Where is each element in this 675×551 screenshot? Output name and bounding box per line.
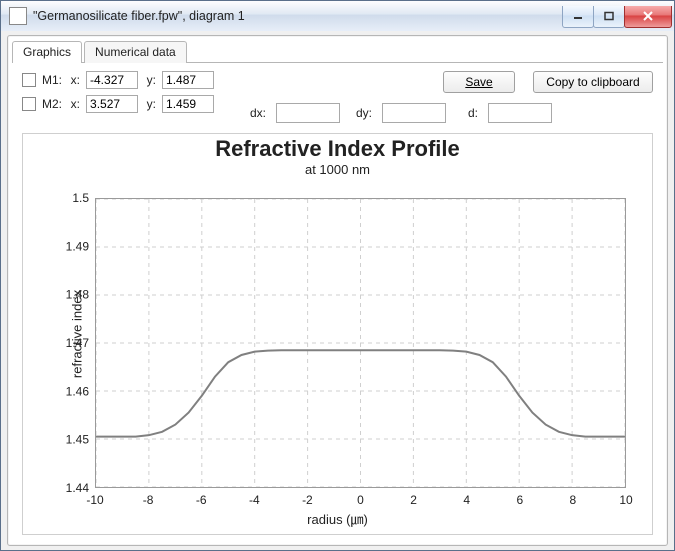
m1-label: M1: xyxy=(42,73,62,87)
marker2-row: M2: x: y: xyxy=(22,95,214,113)
save-button-label: Save xyxy=(465,75,492,89)
chart-subtitle: at 1000 nm xyxy=(23,162,652,177)
m2-checkbox[interactable] xyxy=(22,97,36,111)
m2-label: M2: xyxy=(42,97,62,111)
svg-text:8: 8 xyxy=(570,493,577,507)
m2-y-input[interactable] xyxy=(162,95,214,113)
minimize-button[interactable] xyxy=(562,6,594,28)
plot-area[interactable] xyxy=(95,198,626,488)
svg-text:1.49: 1.49 xyxy=(66,239,90,253)
svg-text:1.48: 1.48 xyxy=(66,288,90,302)
titlebar[interactable]: "Germanosilicate fiber.fpw", diagram 1 xyxy=(1,1,674,31)
client-area: Graphics Numerical data M1: x: y: xyxy=(1,31,674,550)
main-panel: Graphics Numerical data M1: x: y: xyxy=(7,35,668,546)
m2-x-label: x: xyxy=(68,97,80,111)
minimize-icon xyxy=(572,11,584,21)
tabbar: Graphics Numerical data xyxy=(8,36,667,62)
tab-graphics-label: Graphics xyxy=(23,45,71,59)
maximize-icon xyxy=(603,11,615,21)
x-ticks: -10 -8 -6 -4 -2 0 2 4 6 8 10 xyxy=(23,488,652,534)
svg-text:-6: -6 xyxy=(196,493,207,507)
m2-y-label: y: xyxy=(144,97,156,111)
app-icon xyxy=(9,7,27,25)
copy-button-label: Copy to clipboard xyxy=(546,75,639,89)
svg-text:1.45: 1.45 xyxy=(66,433,90,447)
svg-text:2: 2 xyxy=(410,493,417,507)
svg-text:-4: -4 xyxy=(249,493,260,507)
chart: Refractive Index Profile at 1000 nm refr… xyxy=(22,133,653,535)
tab-numerical-label: Numerical data xyxy=(95,45,176,59)
svg-text:-2: -2 xyxy=(302,493,313,507)
svg-text:-8: -8 xyxy=(143,493,154,507)
marker1-row: M1: x: y: xyxy=(22,71,214,89)
m1-x-input[interactable] xyxy=(86,71,138,89)
chart-title: Refractive Index Profile xyxy=(23,136,652,162)
svg-text:1.46: 1.46 xyxy=(66,384,90,398)
d-value xyxy=(488,103,552,123)
button-row: Save Copy to clipboard xyxy=(443,71,653,93)
tab-graphics[interactable]: Graphics xyxy=(12,41,82,63)
marker-column: M1: x: y: M2: x: y: xyxy=(22,71,214,123)
delta-row: dx: dy: d: xyxy=(244,103,653,123)
svg-text:1.47: 1.47 xyxy=(66,336,90,350)
save-button[interactable]: Save xyxy=(443,71,515,93)
close-icon xyxy=(641,11,655,21)
m1-y-input[interactable] xyxy=(162,71,214,89)
d-label: d: xyxy=(456,106,478,120)
m1-y-label: y: xyxy=(144,73,156,87)
m1-x-label: x: xyxy=(68,73,80,87)
svg-text:4: 4 xyxy=(463,493,470,507)
close-button[interactable] xyxy=(624,6,672,28)
window-controls xyxy=(563,6,672,27)
copy-button[interactable]: Copy to clipboard xyxy=(533,71,653,93)
svg-text:-10: -10 xyxy=(86,493,104,507)
svg-text:1.5: 1.5 xyxy=(72,191,89,205)
svg-text:10: 10 xyxy=(619,493,633,507)
app-window: "Germanosilicate fiber.fpw", diagram 1 G… xyxy=(0,0,675,551)
svg-text:6: 6 xyxy=(516,493,523,507)
y-ticks: 1.441.451.461.471.481.491.5 xyxy=(23,134,95,534)
dx-label: dx: xyxy=(244,106,266,120)
dy-label: dy: xyxy=(350,106,372,120)
maximize-button[interactable] xyxy=(593,6,625,28)
dy-value xyxy=(382,103,446,123)
tab-numerical-data[interactable]: Numerical data xyxy=(84,41,187,63)
m2-x-input[interactable] xyxy=(86,95,138,113)
plot-svg xyxy=(96,199,625,487)
controls: M1: x: y: M2: x: y: xyxy=(8,63,667,127)
window-title: "Germanosilicate fiber.fpw", diagram 1 xyxy=(33,9,563,23)
svg-text:0: 0 xyxy=(357,493,364,507)
m1-checkbox[interactable] xyxy=(22,73,36,87)
dx-value xyxy=(276,103,340,123)
